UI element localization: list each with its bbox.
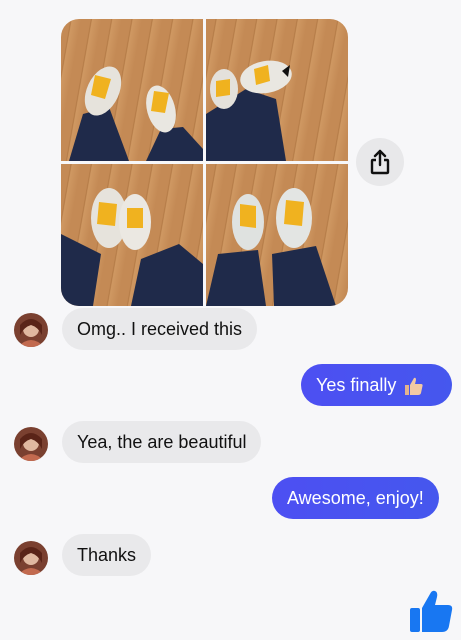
message-text: Awesome, enjoy! xyxy=(287,488,424,508)
photo-2[interactable] xyxy=(206,19,348,161)
thumbs-up-emoji xyxy=(405,378,423,396)
share-icon xyxy=(370,149,390,175)
photo-3[interactable] xyxy=(61,164,203,306)
thumbs-up-icon xyxy=(410,590,453,632)
avatar[interactable] xyxy=(14,313,48,347)
message-bubble-outgoing[interactable]: Yes finally xyxy=(301,364,452,406)
avatar[interactable] xyxy=(14,541,48,575)
share-button[interactable] xyxy=(356,138,404,186)
avatar[interactable] xyxy=(14,427,48,461)
message-text: Omg.. I received this xyxy=(77,319,243,339)
message-text: Yes finally xyxy=(316,375,397,395)
message-bubble-outgoing[interactable]: Awesome, enjoy! xyxy=(272,477,439,519)
like-button[interactable] xyxy=(408,588,454,634)
message-text: Thanks xyxy=(77,545,137,565)
photo-1[interactable] xyxy=(61,19,203,161)
message-bubble-incoming[interactable]: Omg.. I received this xyxy=(62,308,258,350)
photo-4[interactable] xyxy=(206,164,348,306)
message-bubble-incoming[interactable]: Yea, the are beautiful xyxy=(62,421,262,463)
chat-thread: Omg.. I received this Yes finally Yea, t… xyxy=(0,0,461,640)
photo-grid[interactable] xyxy=(61,19,348,306)
message-text: Yea, the are beautiful xyxy=(77,432,247,452)
message-bubble-incoming[interactable]: Thanks xyxy=(62,534,152,576)
